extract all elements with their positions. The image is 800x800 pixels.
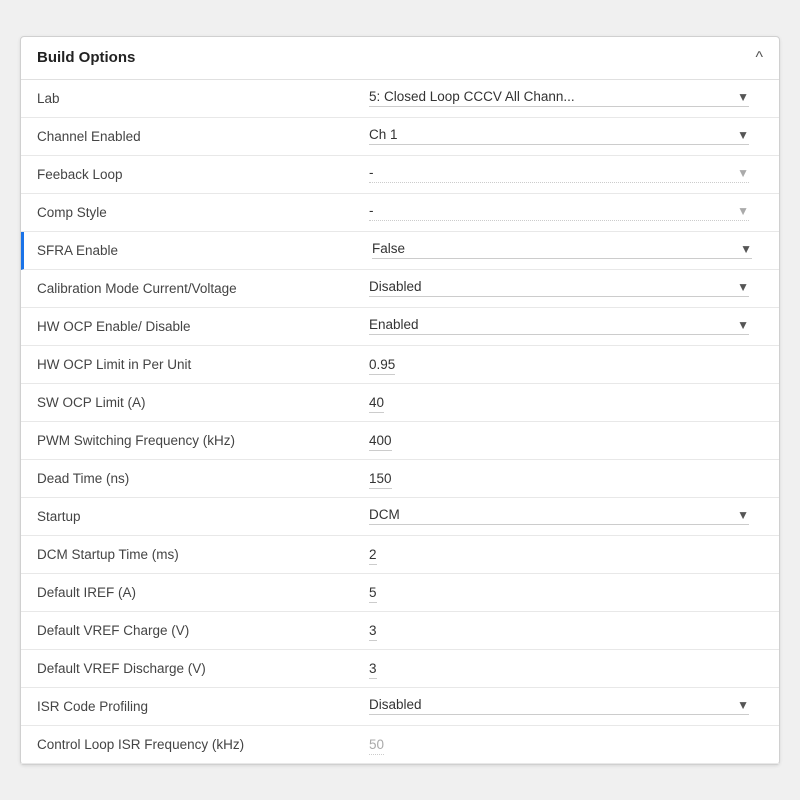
- row-default-vref-discharge: Default VREF Discharge (V) 3: [21, 650, 779, 688]
- row-channel-enabled: Channel Enabled Ch 1 ▼: [21, 118, 779, 156]
- value-control-loop-isr-freq: 50: [361, 731, 779, 758]
- dropdown-text-calibration-mode: Disabled: [369, 279, 422, 294]
- label-startup: Startup: [21, 501, 361, 532]
- dropdown-dotted-feedback-loop[interactable]: -▼: [369, 165, 749, 183]
- row-hw-ocp-limit: HW OCP Limit in Per Unit 0.95: [21, 346, 779, 384]
- value-dead-time[interactable]: 150: [361, 465, 779, 492]
- input-dcm-startup-time[interactable]: 2: [369, 547, 377, 565]
- value-dcm-startup-time[interactable]: 2: [361, 541, 779, 568]
- value-startup[interactable]: DCM ▼: [361, 501, 779, 531]
- row-default-vref-charge: Default VREF Charge (V) 3: [21, 612, 779, 650]
- label-dcm-startup-time: DCM Startup Time (ms): [21, 539, 361, 570]
- dropdown-startup[interactable]: DCM ▼: [369, 507, 749, 525]
- row-feedback-loop: Feeback Loop-▼: [21, 156, 779, 194]
- build-options-panel: Build Options ^ Lab 5: Closed Loop CCCV A…: [20, 36, 780, 765]
- row-comp-style: Comp Style-▼: [21, 194, 779, 232]
- value-comp-style[interactable]: -▼: [361, 197, 779, 227]
- dropdown-arrow-hw-ocp-enable: ▼: [737, 318, 749, 332]
- input-pwm-switching-freq[interactable]: 400: [369, 433, 392, 451]
- value-sw-ocp-limit[interactable]: 40: [361, 389, 779, 416]
- value-default-vref-discharge[interactable]: 3: [361, 655, 779, 682]
- row-default-iref: Default IREF (A) 5: [21, 574, 779, 612]
- label-lab: Lab: [21, 83, 361, 114]
- value-feedback-loop[interactable]: -▼: [361, 159, 779, 189]
- panel-header: Build Options ^: [21, 37, 779, 80]
- row-dcm-startup-time: DCM Startup Time (ms) 2: [21, 536, 779, 574]
- dropdown-dotted-comp-style[interactable]: -▼: [369, 203, 749, 221]
- dropdown-arrow-lab: ▼: [737, 90, 749, 104]
- dropdown-text-hw-ocp-enable: Enabled: [369, 317, 419, 332]
- value-default-iref[interactable]: 5: [361, 579, 779, 606]
- input-disabled-control-loop-isr-freq: 50: [369, 737, 384, 755]
- dropdown-arrow-calibration-mode: ▼: [737, 280, 749, 294]
- label-comp-style: Comp Style: [21, 197, 361, 228]
- row-lab: Lab 5: Closed Loop CCCV All Chann... ▼: [21, 80, 779, 118]
- form-body: Lab5: Closed Loop CCCV All Chann...▼Chan…: [21, 80, 779, 764]
- label-calibration-mode: Calibration Mode Current/Voltage: [21, 273, 361, 304]
- value-calibration-mode[interactable]: Disabled ▼: [361, 273, 779, 303]
- value-channel-enabled[interactable]: Ch 1 ▼: [361, 121, 779, 151]
- dropdown-isr-code-profiling[interactable]: Disabled ▼: [369, 697, 749, 715]
- collapse-icon[interactable]: ^: [755, 49, 763, 67]
- value-default-vref-charge[interactable]: 3: [361, 617, 779, 644]
- input-default-iref[interactable]: 5: [369, 585, 377, 603]
- value-sfra-enable[interactable]: False ▼: [364, 235, 779, 265]
- value-hw-ocp-limit[interactable]: 0.95: [361, 351, 779, 378]
- label-default-iref: Default IREF (A): [21, 577, 361, 608]
- row-control-loop-isr-freq: Control Loop ISR Frequency (kHz) 50: [21, 726, 779, 764]
- dropdown-text-isr-code-profiling: Disabled: [369, 697, 422, 712]
- value-isr-code-profiling[interactable]: Disabled ▼: [361, 691, 779, 721]
- dropdown-arrow-startup: ▼: [737, 508, 749, 522]
- label-hw-ocp-enable: HW OCP Enable/ Disable: [21, 311, 361, 342]
- dropdown-dotted-text-feedback-loop: -: [369, 165, 374, 180]
- panel-title: Build Options: [37, 49, 135, 66]
- row-startup: Startup DCM ▼: [21, 498, 779, 536]
- input-sw-ocp-limit[interactable]: 40: [369, 395, 384, 413]
- label-sw-ocp-limit: SW OCP Limit (A): [21, 387, 361, 418]
- label-channel-enabled: Channel Enabled: [21, 121, 361, 152]
- dropdown-arrow-isr-code-profiling: ▼: [737, 698, 749, 712]
- dropdown-text-channel-enabled: Ch 1: [369, 127, 398, 142]
- dropdown-hw-ocp-enable[interactable]: Enabled ▼: [369, 317, 749, 335]
- label-default-vref-discharge: Default VREF Discharge (V): [21, 653, 361, 684]
- dropdown-dotted-arrow-feedback-loop: ▼: [737, 166, 749, 180]
- value-hw-ocp-enable[interactable]: Enabled ▼: [361, 311, 779, 341]
- dropdown-dotted-arrow-comp-style: ▼: [737, 204, 749, 218]
- label-control-loop-isr-freq: Control Loop ISR Frequency (kHz): [21, 729, 361, 760]
- input-dead-time[interactable]: 150: [369, 471, 392, 489]
- input-hw-ocp-limit[interactable]: 0.95: [369, 357, 395, 375]
- dropdown-sfra-enable[interactable]: False ▼: [372, 241, 752, 259]
- row-hw-ocp-enable: HW OCP Enable/ Disable Enabled ▼: [21, 308, 779, 346]
- label-default-vref-charge: Default VREF Charge (V): [21, 615, 361, 646]
- dropdown-text-lab: 5: Closed Loop CCCV All Chann...: [369, 89, 575, 104]
- row-sw-ocp-limit: SW OCP Limit (A) 40: [21, 384, 779, 422]
- dropdown-channel-enabled[interactable]: Ch 1 ▼: [369, 127, 749, 145]
- label-hw-ocp-limit: HW OCP Limit in Per Unit: [21, 349, 361, 380]
- input-default-vref-discharge[interactable]: 3: [369, 661, 377, 679]
- row-calibration-mode: Calibration Mode Current/Voltage Disabled…: [21, 270, 779, 308]
- label-sfra-enable: SFRA Enable: [24, 235, 364, 266]
- label-pwm-switching-freq: PWM Switching Frequency (kHz): [21, 425, 361, 456]
- dropdown-text-sfra-enable: False: [372, 241, 405, 256]
- dropdown-dotted-text-comp-style: -: [369, 203, 374, 218]
- dropdown-calibration-mode[interactable]: Disabled ▼: [369, 279, 749, 297]
- label-feedback-loop: Feeback Loop: [21, 159, 361, 190]
- dropdown-lab[interactable]: 5: Closed Loop CCCV All Chann... ▼: [369, 89, 749, 107]
- input-default-vref-charge[interactable]: 3: [369, 623, 377, 641]
- row-dead-time: Dead Time (ns) 150: [21, 460, 779, 498]
- row-sfra-enable: SFRA Enable False ▼: [21, 232, 779, 270]
- label-isr-code-profiling: ISR Code Profiling: [21, 691, 361, 722]
- row-isr-code-profiling: ISR Code Profiling Disabled ▼: [21, 688, 779, 726]
- dropdown-arrow-channel-enabled: ▼: [737, 128, 749, 142]
- dropdown-arrow-sfra-enable: ▼: [740, 242, 752, 256]
- value-lab[interactable]: 5: Closed Loop CCCV All Chann... ▼: [361, 83, 779, 113]
- dropdown-text-startup: DCM: [369, 507, 400, 522]
- value-pwm-switching-freq[interactable]: 400: [361, 427, 779, 454]
- label-dead-time: Dead Time (ns): [21, 463, 361, 494]
- row-pwm-switching-freq: PWM Switching Frequency (kHz) 400: [21, 422, 779, 460]
